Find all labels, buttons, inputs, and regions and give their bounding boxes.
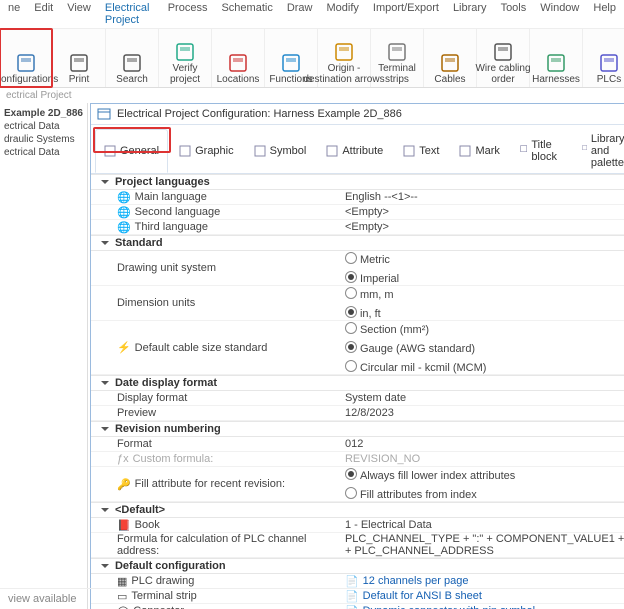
tab-mark[interactable]: Mark: [450, 129, 508, 173]
menu-tools[interactable]: Tools: [501, 2, 527, 26]
text-tab-icon: [403, 145, 415, 157]
menu-modify[interactable]: Modify: [327, 2, 359, 26]
tab-library[interactable]: Library and palette: [573, 129, 624, 173]
cable-icon: ⚡: [117, 341, 131, 354]
dialog-titlebar: Electrical Project Configuration: Harnes…: [91, 104, 624, 125]
verify-icon: [174, 41, 196, 63]
ribbon-origin[interactable]: Origin - destination arrows: [318, 29, 371, 87]
ribbon-terminal[interactable]: Terminal strips: [371, 29, 424, 87]
ribbon-context-label: ectrical Project: [0, 88, 624, 103]
globe-icon: 🌐: [117, 221, 131, 234]
general-tab-icon: [104, 145, 116, 157]
search-icon: [121, 52, 143, 74]
locations-icon: [227, 52, 249, 74]
menu-draw[interactable]: Draw: [287, 2, 313, 26]
tab-text[interactable]: Text: [394, 129, 448, 173]
tree-item[interactable]: Example 2D_886: [0, 107, 87, 120]
section-default-config[interactable]: Default configuration: [91, 558, 624, 574]
project-tree[interactable]: Example 2D_886ectrical Datadraulic Syste…: [0, 103, 88, 609]
ribbon-locations[interactable]: Locations: [212, 29, 265, 87]
menu-bar: ne Edit View Electrical Project Process Schem…: [0, 0, 624, 29]
config-dialog: Electrical Project Configuration: Harnes…: [90, 103, 624, 609]
menu-help[interactable]: Help: [593, 2, 616, 26]
ribbon-search[interactable]: Search: [106, 29, 159, 87]
terminal-icon: [386, 41, 408, 63]
ribbon: ConfigurationsPrintSearchVerify projectL…: [0, 29, 624, 88]
globe-icon: 🌐: [117, 206, 131, 219]
key-icon: 🔑: [117, 478, 131, 491]
plcs-icon: [598, 52, 620, 74]
globe-icon: 🌐: [117, 191, 131, 204]
section-revision[interactable]: Revision numbering: [91, 421, 624, 437]
property-grid[interactable]: Project languages 🌐Main languageEnglish …: [91, 174, 624, 609]
radio-imperial[interactable]: [345, 271, 357, 283]
wirecabling-icon: [492, 41, 514, 63]
tree-item[interactable]: draulic Systems: [0, 133, 87, 146]
dialog-title: Electrical Project Configuration: Harnes…: [117, 108, 402, 120]
menu-ne[interactable]: ne: [8, 2, 20, 26]
mark-tab-icon: [459, 145, 471, 157]
section-standard[interactable]: Standard: [91, 235, 624, 251]
ribbon-wirecabling[interactable]: Wire cabling order: [477, 29, 530, 87]
menu-schematic[interactable]: Schematic: [221, 2, 272, 26]
library-tab-icon: [582, 145, 587, 157]
ribbon-cables[interactable]: Cables: [424, 29, 477, 87]
menu-process[interactable]: Process: [168, 2, 208, 26]
radio-in[interactable]: [345, 306, 357, 318]
tree-item[interactable]: ectrical Data: [0, 120, 87, 133]
plc-icon: ▦: [117, 575, 127, 588]
ribbon-print[interactable]: Print: [53, 29, 106, 87]
titleblock-tab-icon: [520, 145, 527, 157]
tab-symbol[interactable]: Symbol: [245, 129, 316, 173]
menu-import/export[interactable]: Import/Export: [373, 2, 439, 26]
section-project-languages[interactable]: Project languages: [91, 174, 624, 190]
section-date-format[interactable]: Date display format: [91, 375, 624, 391]
symbol-tab-icon: [254, 145, 266, 157]
fx-icon: ƒx: [117, 453, 129, 465]
ribbon-configurations[interactable]: Configurations: [0, 29, 53, 87]
menu-view[interactable]: View: [67, 2, 91, 26]
menu-electrical project[interactable]: Electrical Project: [105, 2, 154, 26]
tree-item[interactable]: ectrical Data: [0, 146, 87, 159]
dialog-icon: [97, 107, 111, 121]
status-bar: view available: [0, 588, 624, 609]
menu-library[interactable]: Library: [453, 2, 487, 26]
menu-edit[interactable]: Edit: [34, 2, 53, 26]
tab-general[interactable]: General: [95, 129, 168, 173]
tab-strip: GeneralGraphicSymbolAttributeTextMarkTit…: [91, 125, 624, 174]
functions-icon: [280, 52, 302, 74]
section-default[interactable]: <Default>: [91, 502, 624, 518]
book-icon: 📕: [117, 519, 131, 532]
ribbon-harnesses[interactable]: Harnesses: [530, 29, 583, 87]
graphic-tab-icon: [179, 145, 191, 157]
harnesses-icon: [545, 52, 567, 74]
radio-metric[interactable]: [345, 252, 357, 264]
doc-icon: 📄: [345, 575, 359, 588]
attribute-tab-icon: [326, 145, 338, 157]
configurations-icon: [15, 52, 37, 74]
tab-graphic[interactable]: Graphic: [170, 129, 243, 173]
origin-icon: [333, 41, 355, 63]
tab-attribute[interactable]: Attribute: [317, 129, 392, 173]
radio-mm[interactable]: [345, 287, 357, 299]
tab-titleblock[interactable]: Title block: [511, 129, 571, 173]
ribbon-plcs[interactable]: PLCs: [583, 29, 624, 87]
menu-window[interactable]: Window: [540, 2, 579, 26]
ribbon-verify[interactable]: Verify project: [159, 29, 212, 87]
cables-icon: [439, 52, 461, 74]
print-icon: [68, 52, 90, 74]
